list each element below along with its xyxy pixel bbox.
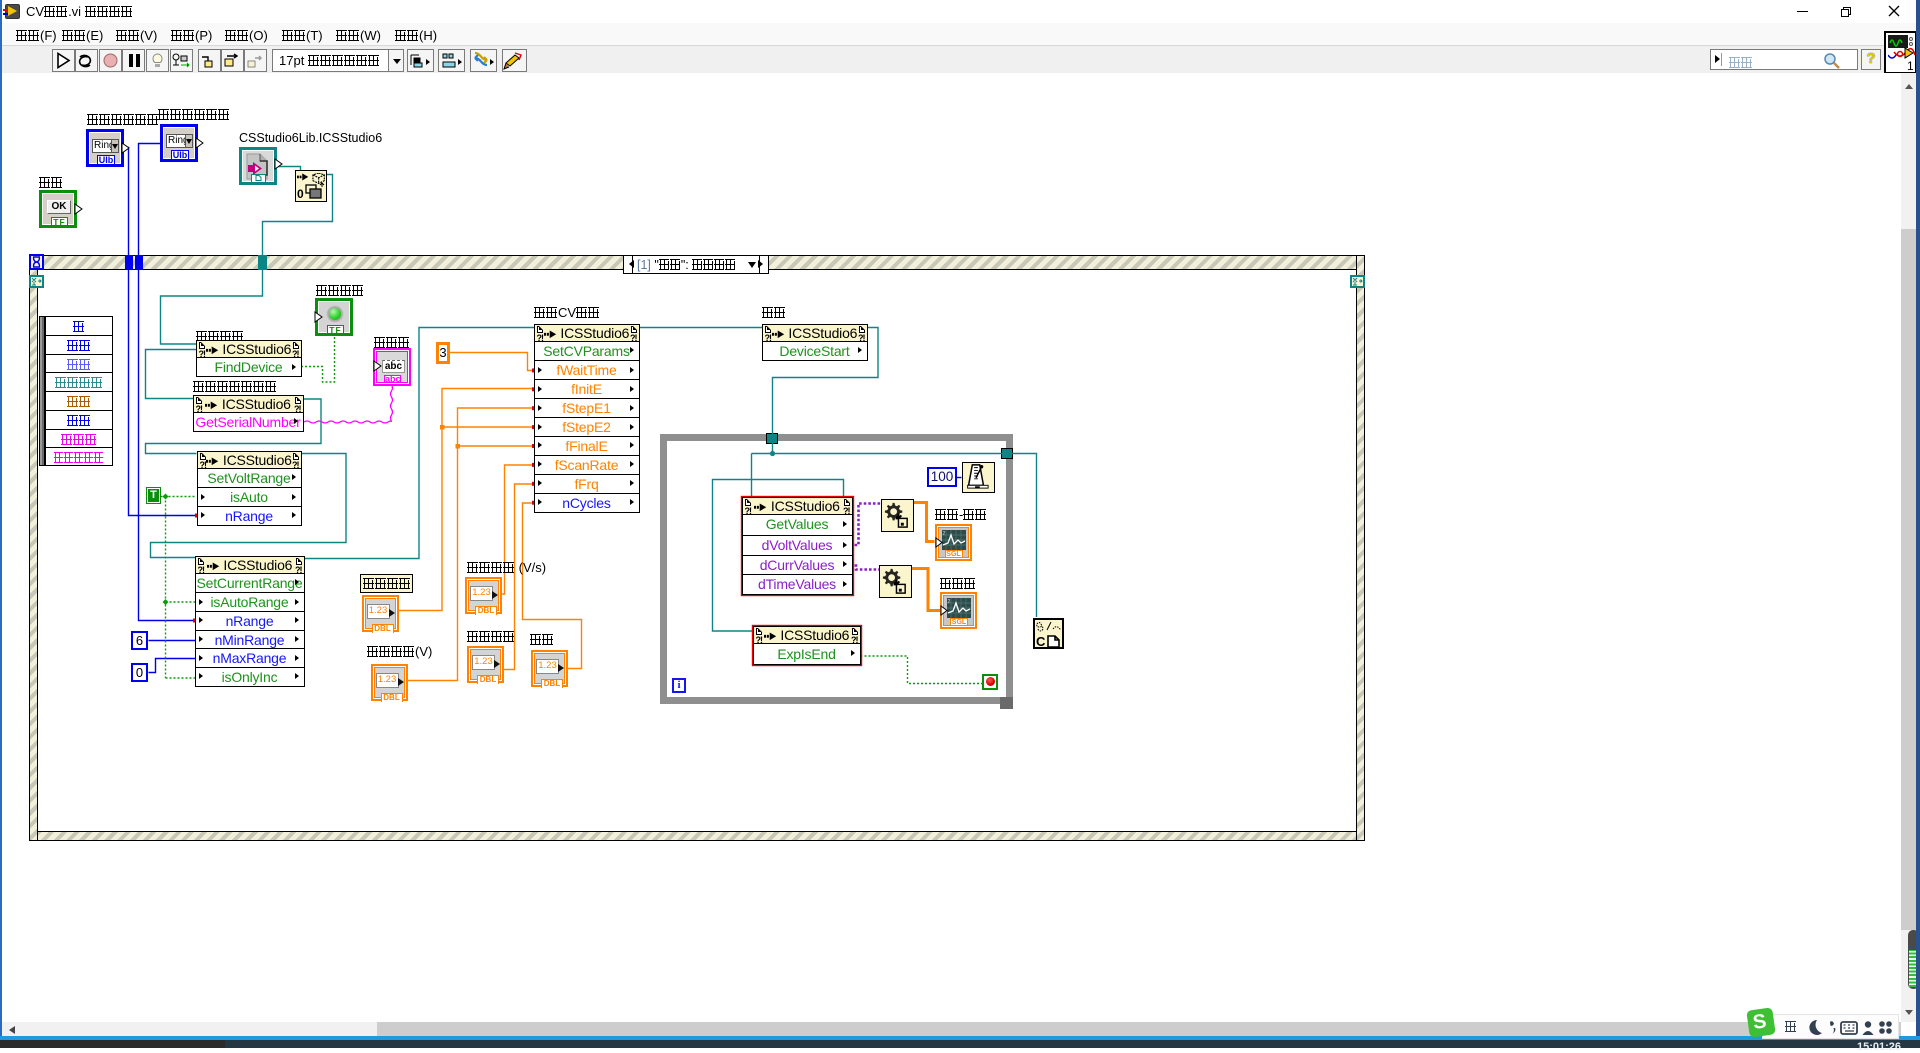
svg-text:0: 0	[297, 187, 304, 200]
